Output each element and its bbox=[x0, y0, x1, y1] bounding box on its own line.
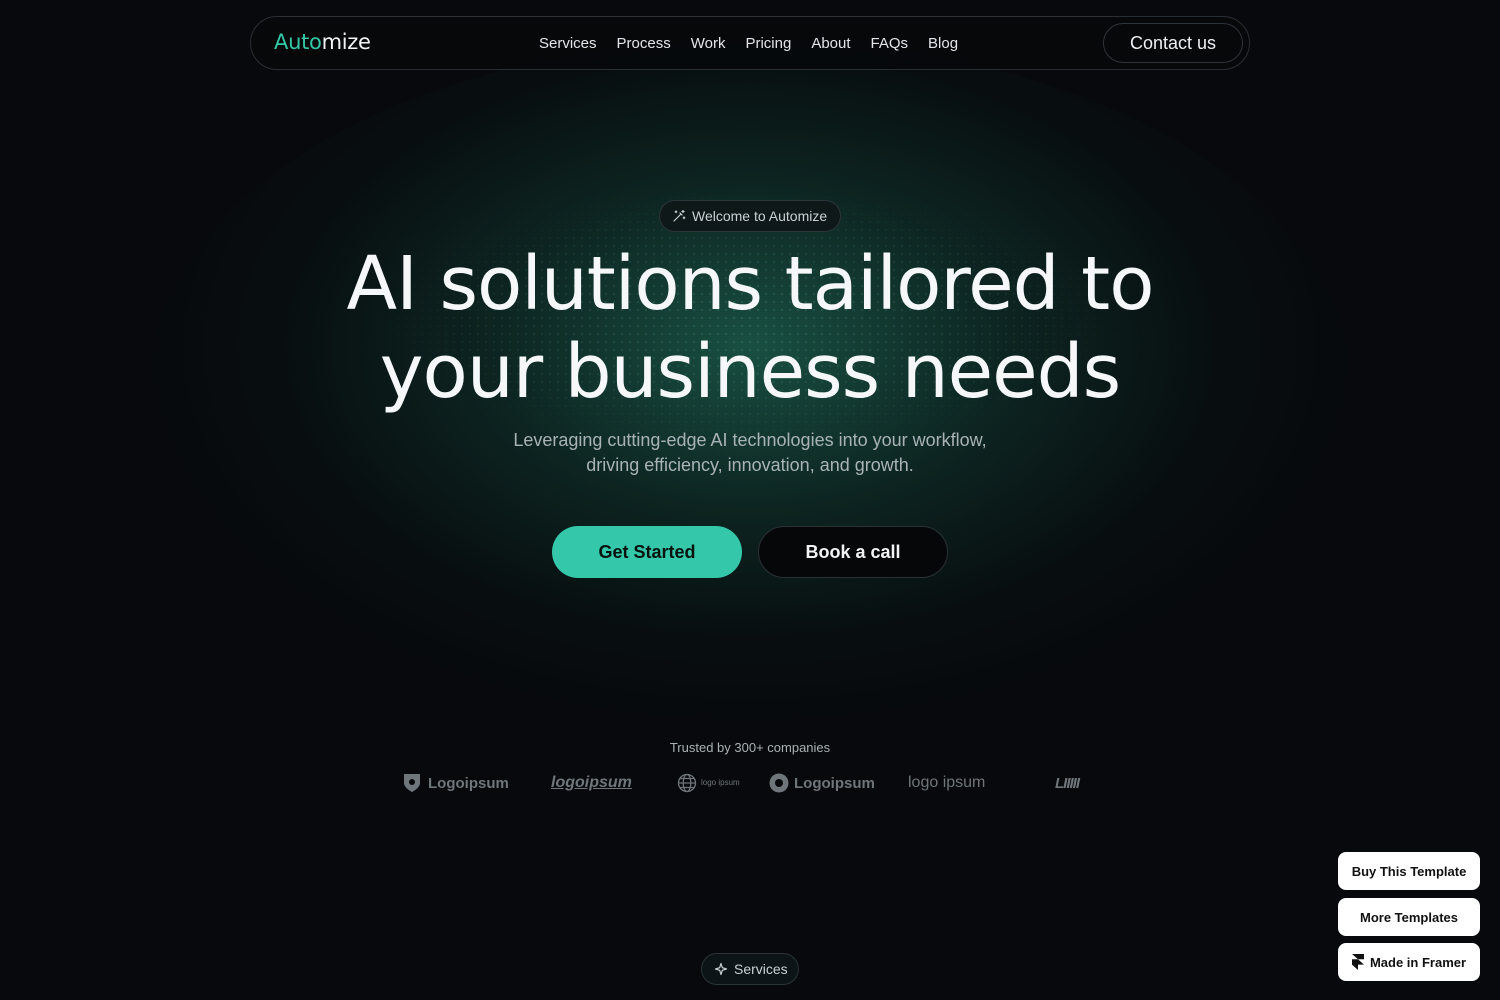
hero-subtitle-line-1: Leveraging cutting-edge AI technologies … bbox=[513, 430, 987, 450]
services-badge-text: Services bbox=[734, 961, 788, 977]
book-a-call-button[interactable]: Book a call bbox=[758, 526, 948, 578]
buy-this-template-button[interactable]: Buy This Template bbox=[1338, 852, 1480, 890]
trusted-by-label: Trusted by 300+ companies bbox=[669, 740, 831, 755]
hero-headline: AI solutions tailored to your business n… bbox=[0, 240, 1500, 416]
nav-link-pricing[interactable]: Pricing bbox=[745, 35, 791, 52]
hero-subtitle: Leveraging cutting-edge AI technologies … bbox=[0, 428, 1500, 478]
welcome-badge: Welcome to Automize bbox=[659, 200, 841, 232]
magic-wand-icon bbox=[672, 209, 686, 223]
services-section-badge: Services bbox=[701, 953, 799, 985]
client-logo-6-text: LIIIII bbox=[1055, 774, 1080, 792]
globe-logo-icon bbox=[677, 773, 697, 793]
client-logo-4-text: Logoipsum bbox=[794, 774, 875, 792]
client-logo-5: logo ipsum bbox=[908, 770, 985, 796]
client-logo-3: logo ipsum bbox=[677, 770, 740, 796]
circle-logo-icon bbox=[768, 772, 790, 794]
client-logo-6: LIIIII bbox=[1055, 770, 1080, 796]
landing-page: Automize Services Process Work Pricing A… bbox=[0, 0, 1500, 1000]
client-logos-row: Logoipsum logoipsum logo ipsum Logoipsum… bbox=[400, 770, 1100, 796]
client-logo-3-text: logo ipsum bbox=[701, 778, 740, 787]
nav-link-blog[interactable]: Blog bbox=[928, 35, 958, 52]
made-in-framer-text: Made in Framer bbox=[1369, 954, 1467, 970]
client-logo-2: logoipsum bbox=[551, 770, 632, 796]
brand-logo-part-light: mize bbox=[321, 30, 371, 54]
nav-link-faqs[interactable]: FAQs bbox=[871, 35, 909, 52]
shield-logo-icon bbox=[402, 773, 424, 793]
client-logo-2-text: logoipsum bbox=[551, 774, 632, 791]
top-navbar: Automize Services Process Work Pricing A… bbox=[250, 16, 1250, 70]
welcome-badge-text: Welcome to Automize bbox=[692, 208, 828, 224]
nav-link-about[interactable]: About bbox=[811, 35, 850, 52]
hero-subtitle-line-2: driving efficiency, innovation, and grow… bbox=[586, 455, 914, 475]
client-logo-5-text: logo ipsum bbox=[908, 774, 986, 791]
nav-link-services[interactable]: Services bbox=[539, 35, 597, 52]
brand-logo[interactable]: Automize bbox=[274, 30, 371, 54]
hero-headline-line-1: AI solutions tailored to bbox=[346, 241, 1155, 327]
client-logo-1: Logoipsum bbox=[402, 770, 509, 796]
get-started-button[interactable]: Get Started bbox=[552, 526, 742, 578]
brand-logo-part-accent: Auto bbox=[274, 30, 322, 54]
client-logo-1-text: Logoipsum bbox=[428, 774, 509, 792]
more-templates-button[interactable]: More Templates bbox=[1338, 898, 1480, 936]
contact-us-button[interactable]: Contact us bbox=[1103, 23, 1243, 63]
hero-headline-line-2: your business needs bbox=[379, 329, 1121, 415]
nav-link-process[interactable]: Process bbox=[617, 35, 671, 52]
nav-link-work[interactable]: Work bbox=[691, 35, 726, 52]
framer-logo-icon bbox=[1351, 954, 1364, 970]
sparkle-icon bbox=[714, 962, 728, 976]
made-in-framer-button[interactable]: Made in Framer bbox=[1338, 943, 1480, 981]
client-logo-4: Logoipsum bbox=[768, 770, 875, 796]
nav-links: Services Process Work Pricing About FAQs… bbox=[539, 35, 958, 52]
